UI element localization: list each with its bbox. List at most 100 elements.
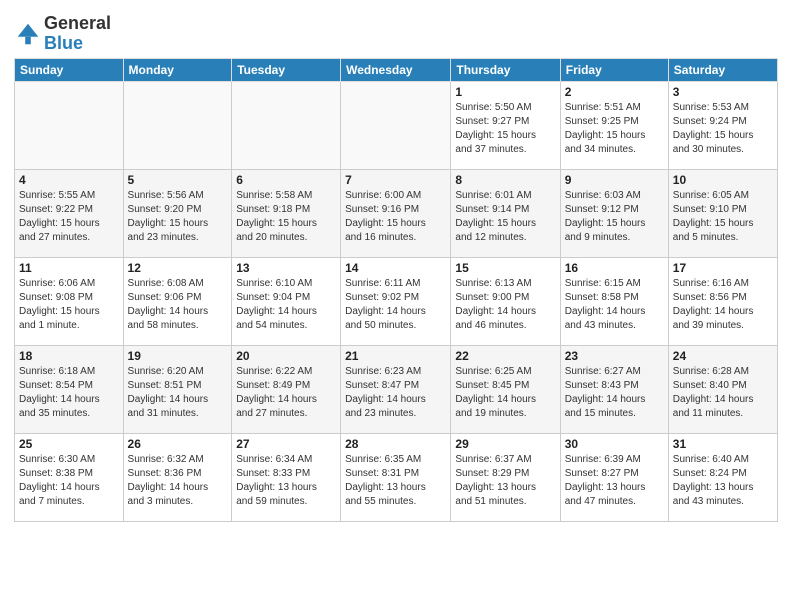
day-number: 24: [673, 349, 773, 363]
day-info: Sunrise: 6:18 AM Sunset: 8:54 PM Dayligh…: [19, 365, 119, 421]
day-number: 18: [19, 349, 119, 363]
calendar-cell: 30Sunrise: 6:39 AM Sunset: 8:27 PM Dayli…: [560, 433, 668, 521]
day-info: Sunrise: 6:34 AM Sunset: 8:33 PM Dayligh…: [236, 453, 336, 509]
day-number: 26: [128, 437, 228, 451]
calendar-cell: 28 Sunrise: 6:35 AM Sunset: 8:31 PM Dayli…: [341, 433, 451, 521]
day-number: 29: [455, 437, 555, 451]
calendar-cell: 2 Sunrise: 5:51 AM Sunset: 9:25 PM Daylig…: [560, 81, 668, 169]
calendar-cell: [15, 81, 124, 169]
calendar-cell: 29 Sunrise: 6:37 AM Sunset: 8:29 PM Dayli…: [451, 433, 560, 521]
calendar-cell: [232, 81, 341, 169]
week-row-5: 25 Sunrise: 6:30 AM Sunset: 8:38 PM Dayli…: [15, 433, 778, 521]
calendar-cell: 20 Sunrise: 6:22 AM Sunset: 8:49 PM Dayli…: [232, 345, 341, 433]
day-number: 6: [236, 173, 336, 187]
day-number: 31: [673, 437, 773, 451]
day-info: Sunrise: 6:40 AM Sunset: 8:24 PM Dayligh…: [673, 453, 773, 509]
calendar-cell: 8 Sunrise: 6:01 AM Sunset: 9:14 PM Daylig…: [451, 169, 560, 257]
week-row-2: 4 Sunrise: 5:55 AM Sunset: 9:22 PM Daylig…: [15, 169, 778, 257]
day-number: 13: [236, 261, 336, 275]
calendar-cell: 12Sunrise: 6:08 AM Sunset: 9:06 PM Dayli…: [123, 257, 232, 345]
weekday-header-tuesday: Tuesday: [232, 58, 341, 81]
day-info: Sunrise: 6:25 AM Sunset: 8:45 PM Dayligh…: [455, 365, 555, 421]
calendar-cell: 25 Sunrise: 6:30 AM Sunset: 8:38 PM Dayli…: [15, 433, 124, 521]
calendar-cell: 17Sunrise: 6:16 AM Sunset: 8:56 PM Dayli…: [668, 257, 777, 345]
day-info: Sunrise: 6:22 AM Sunset: 8:49 PM Dayligh…: [236, 365, 336, 421]
week-row-3: 11 Sunrise: 6:06 AM Sunset: 9:08 PM Dayli…: [15, 257, 778, 345]
calendar-cell: 23 Sunrise: 6:27 AM Sunset: 8:43 PM Dayli…: [560, 345, 668, 433]
day-number: 17: [673, 261, 773, 275]
day-info: Sunrise: 6:37 AM Sunset: 8:29 PM Dayligh…: [455, 453, 555, 509]
calendar-cell: 9 Sunrise: 6:03 AM Sunset: 9:12 PM Daylig…: [560, 169, 668, 257]
day-number: 4: [19, 173, 119, 187]
day-info: Sunrise: 5:55 AM Sunset: 9:22 PM Dayligh…: [19, 189, 119, 245]
day-info: Sunrise: 6:10 AM Sunset: 9:04 PM Dayligh…: [236, 277, 336, 333]
day-info: Sunrise: 6:00 AM Sunset: 9:16 PM Dayligh…: [345, 189, 446, 245]
calendar-cell: 27 Sunrise: 6:34 AM Sunset: 8:33 PM Dayli…: [232, 433, 341, 521]
day-info: Sunrise: 6:13 AM Sunset: 9:00 PM Dayligh…: [455, 277, 555, 333]
day-info: Sunrise: 5:51 AM Sunset: 9:25 PM Dayligh…: [565, 101, 664, 157]
day-number: 23: [565, 349, 664, 363]
day-number: 28: [345, 437, 446, 451]
day-number: 2: [565, 85, 664, 99]
day-info: Sunrise: 6:23 AM Sunset: 8:47 PM Dayligh…: [345, 365, 446, 421]
calendar-cell: 18 Sunrise: 6:18 AM Sunset: 8:54 PM Dayli…: [15, 345, 124, 433]
logo: General Blue: [14, 14, 111, 54]
day-info: Sunrise: 5:56 AM Sunset: 9:20 PM Dayligh…: [128, 189, 228, 245]
day-info: Sunrise: 5:53 AM Sunset: 9:24 PM Dayligh…: [673, 101, 773, 157]
logo-icon: [14, 20, 42, 48]
day-number: 3: [673, 85, 773, 99]
calendar-cell: 31 Sunrise: 6:40 AM Sunset: 8:24 PM Dayli…: [668, 433, 777, 521]
day-info: Sunrise: 6:01 AM Sunset: 9:14 PM Dayligh…: [455, 189, 555, 245]
day-number: 9: [565, 173, 664, 187]
calendar-cell: 11 Sunrise: 6:06 AM Sunset: 9:08 PM Dayli…: [15, 257, 124, 345]
calendar-table: SundayMondayTuesdayWednesdayThursdayFrid…: [14, 58, 778, 522]
weekday-header-wednesday: Wednesday: [341, 58, 451, 81]
day-number: 11: [19, 261, 119, 275]
day-info: Sunrise: 6:15 AM Sunset: 8:58 PM Dayligh…: [565, 277, 664, 333]
day-number: 22: [455, 349, 555, 363]
day-info: Sunrise: 5:50 AM Sunset: 9:27 PM Dayligh…: [455, 101, 555, 157]
calendar-cell: [341, 81, 451, 169]
calendar-cell: 4 Sunrise: 5:55 AM Sunset: 9:22 PM Daylig…: [15, 169, 124, 257]
day-number: 20: [236, 349, 336, 363]
weekday-header-sunday: Sunday: [15, 58, 124, 81]
day-info: Sunrise: 6:03 AM Sunset: 9:12 PM Dayligh…: [565, 189, 664, 245]
calendar-cell: 13 Sunrise: 6:10 AM Sunset: 9:04 PM Dayli…: [232, 257, 341, 345]
calendar-cell: 5 Sunrise: 5:56 AM Sunset: 9:20 PM Daylig…: [123, 169, 232, 257]
calendar-cell: 15 Sunrise: 6:13 AM Sunset: 9:00 PM Dayli…: [451, 257, 560, 345]
day-number: 7: [345, 173, 446, 187]
calendar-cell: 22 Sunrise: 6:25 AM Sunset: 8:45 PM Dayli…: [451, 345, 560, 433]
week-row-1: 1 Sunrise: 5:50 AM Sunset: 9:27 PM Daylig…: [15, 81, 778, 169]
calendar-cell: 6 Sunrise: 5:58 AM Sunset: 9:18 PM Daylig…: [232, 169, 341, 257]
day-number: 5: [128, 173, 228, 187]
weekday-header-monday: Monday: [123, 58, 232, 81]
day-info: Sunrise: 5:58 AM Sunset: 9:18 PM Dayligh…: [236, 189, 336, 245]
day-info: Sunrise: 6:20 AM Sunset: 8:51 PM Dayligh…: [128, 365, 228, 421]
day-info: Sunrise: 6:32 AM Sunset: 8:36 PM Dayligh…: [128, 453, 228, 509]
day-info: Sunrise: 6:35 AM Sunset: 8:31 PM Dayligh…: [345, 453, 446, 509]
weekday-header-friday: Friday: [560, 58, 668, 81]
day-info: Sunrise: 6:27 AM Sunset: 8:43 PM Dayligh…: [565, 365, 664, 421]
day-number: 25: [19, 437, 119, 451]
day-number: 1: [455, 85, 555, 99]
calendar-cell: 10 Sunrise: 6:05 AM Sunset: 9:10 PM Dayli…: [668, 169, 777, 257]
logo-text: General Blue: [44, 14, 111, 54]
calendar-cell: 7 Sunrise: 6:00 AM Sunset: 9:16 PM Daylig…: [341, 169, 451, 257]
day-number: 15: [455, 261, 555, 275]
day-number: 10: [673, 173, 773, 187]
calendar-cell: 3 Sunrise: 5:53 AM Sunset: 9:24 PM Daylig…: [668, 81, 777, 169]
day-number: 8: [455, 173, 555, 187]
day-info: Sunrise: 6:11 AM Sunset: 9:02 PM Dayligh…: [345, 277, 446, 333]
calendar-cell: [123, 81, 232, 169]
day-number: 21: [345, 349, 446, 363]
day-number: 30: [565, 437, 664, 451]
day-info: Sunrise: 6:05 AM Sunset: 9:10 PM Dayligh…: [673, 189, 773, 245]
calendar-cell: 19Sunrise: 6:20 AM Sunset: 8:51 PM Dayli…: [123, 345, 232, 433]
calendar-cell: 1 Sunrise: 5:50 AM Sunset: 9:27 PM Daylig…: [451, 81, 560, 169]
day-info: Sunrise: 6:06 AM Sunset: 9:08 PM Dayligh…: [19, 277, 119, 333]
weekday-header-saturday: Saturday: [668, 58, 777, 81]
day-info: Sunrise: 6:30 AM Sunset: 8:38 PM Dayligh…: [19, 453, 119, 509]
calendar-cell: 14Sunrise: 6:11 AM Sunset: 9:02 PM Dayli…: [341, 257, 451, 345]
calendar-cell: 26 Sunrise: 6:32 AM Sunset: 8:36 PM Dayli…: [123, 433, 232, 521]
day-number: 27: [236, 437, 336, 451]
